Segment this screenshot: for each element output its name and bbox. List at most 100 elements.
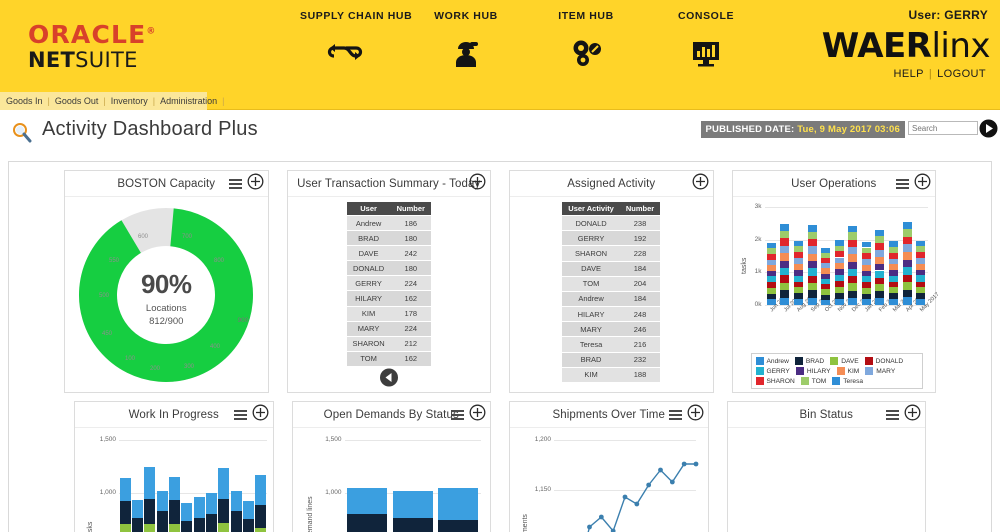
bar-segment[interactable] (793, 246, 803, 253)
bar-segment[interactable] (218, 467, 230, 499)
bar-segment[interactable] (780, 267, 790, 276)
bar-segment[interactable] (437, 487, 478, 520)
bar-segment[interactable] (821, 268, 831, 274)
bar-segment[interactable] (916, 281, 926, 288)
expand-icon[interactable] (904, 404, 921, 421)
bar-segment[interactable] (218, 523, 230, 532)
expand-icon[interactable] (252, 404, 269, 421)
bar-segment[interactable] (181, 503, 193, 522)
bar-segment[interactable] (793, 252, 803, 259)
bar-segment[interactable] (889, 293, 899, 300)
hub-supply-chain[interactable]: SUPPLY CHAIN HUB (300, 10, 412, 71)
data-point[interactable] (622, 494, 628, 500)
data-point[interactable] (681, 461, 687, 467)
expand-icon[interactable] (687, 404, 704, 421)
bar-segment[interactable] (848, 290, 858, 298)
bar-segment[interactable] (766, 293, 776, 300)
bar-segment[interactable] (243, 500, 254, 519)
bar-segment[interactable] (230, 491, 242, 512)
legend-item[interactable]: KIM (836, 367, 859, 375)
bar-segment[interactable] (889, 252, 899, 259)
data-point[interactable] (598, 514, 604, 520)
bar-segment[interactable] (255, 528, 267, 532)
table-row[interactable]: Teresa 216 (562, 337, 661, 352)
bar-segment[interactable] (902, 266, 912, 275)
bar-segment[interactable] (766, 265, 776, 271)
bar-segment[interactable] (766, 287, 776, 294)
bar-segment[interactable] (243, 518, 254, 532)
menu-icon[interactable] (886, 410, 899, 423)
bar-segment[interactable] (875, 243, 885, 251)
bar-segment[interactable] (889, 258, 899, 265)
bar-segment[interactable] (848, 254, 858, 262)
bar-segment[interactable] (780, 230, 790, 239)
table-row[interactable]: BRAD 232 (562, 352, 661, 367)
bar-segment[interactable] (821, 278, 831, 285)
expand-icon[interactable] (692, 173, 709, 190)
bar-segment[interactable] (144, 523, 156, 532)
bar-segment[interactable] (889, 246, 899, 253)
bar-segment[interactable] (119, 478, 131, 502)
bar-segment[interactable] (848, 276, 858, 284)
previous-arrow-icon[interactable] (379, 368, 398, 387)
data-point[interactable] (634, 501, 640, 507)
table-row[interactable]: HILARY 162 (346, 291, 431, 306)
bar-segment[interactable] (875, 256, 885, 264)
table-row[interactable]: KIM 178 (346, 306, 431, 321)
bar-segment[interactable] (902, 222, 912, 230)
bar-segment[interactable] (807, 290, 817, 298)
bar-segment[interactable] (780, 223, 790, 231)
bar-segment[interactable] (793, 287, 803, 294)
bar-segment[interactable] (807, 239, 817, 247)
bar-segment[interactable] (916, 258, 926, 264)
table-row[interactable]: TOM 162 (346, 351, 431, 366)
legend-item[interactable]: DONALD (864, 357, 903, 365)
bar-segment[interactable] (861, 276, 871, 283)
bar-segment[interactable] (181, 521, 193, 532)
bar-segment[interactable] (206, 493, 217, 514)
table-row[interactable]: DAVE 242 (346, 246, 431, 261)
legend-item[interactable]: BRAD (794, 357, 824, 365)
bar-segment[interactable] (807, 224, 817, 232)
bar-segment[interactable] (834, 287, 844, 294)
bar-segment[interactable] (861, 287, 871, 294)
bar-segment[interactable] (821, 273, 831, 279)
bar-segment[interactable] (875, 277, 885, 285)
bar-segment[interactable] (889, 270, 899, 276)
bar-segment[interactable] (848, 225, 858, 233)
bar-segment[interactable] (807, 231, 817, 240)
menu-icon[interactable] (228, 179, 242, 192)
bar-segment[interactable] (861, 247, 871, 254)
bar-segment[interactable] (206, 513, 217, 532)
data-point[interactable] (646, 482, 652, 488)
bar-segment[interactable] (821, 252, 831, 258)
data-point[interactable] (587, 524, 592, 530)
bar-segment[interactable] (766, 248, 776, 254)
data-point[interactable] (693, 461, 699, 467)
legend-item[interactable]: TOM (800, 377, 826, 385)
hub-work[interactable]: WORK HUB (420, 10, 512, 71)
bar-segment[interactable] (169, 500, 180, 525)
bar-segment[interactable] (392, 517, 433, 532)
bar-segment[interactable] (144, 467, 156, 500)
bar-segment[interactable] (780, 238, 790, 246)
bar-segment[interactable] (347, 514, 388, 532)
menu-icon[interactable] (896, 179, 909, 192)
bar-segment[interactable] (821, 294, 831, 300)
subnav-goods-in[interactable]: Goods In (6, 96, 43, 106)
bar-segment[interactable] (848, 268, 858, 277)
expand-icon[interactable] (247, 173, 264, 190)
data-point[interactable] (658, 467, 663, 473)
bar-segment[interactable] (875, 236, 885, 244)
legend-item[interactable]: GERRY (755, 367, 790, 375)
bar-segment[interactable] (834, 257, 844, 264)
legend-item[interactable]: Teresa (832, 377, 863, 385)
bar-segment[interactable] (437, 519, 478, 532)
bar-segment[interactable] (834, 245, 844, 252)
bar-segment[interactable] (793, 281, 803, 288)
legend-item[interactable]: HILARY (795, 367, 831, 375)
bar-segment[interactable] (793, 263, 803, 270)
bar-segment[interactable] (193, 518, 205, 532)
bar-segment[interactable] (144, 499, 156, 524)
bar-segment[interactable] (230, 511, 242, 532)
